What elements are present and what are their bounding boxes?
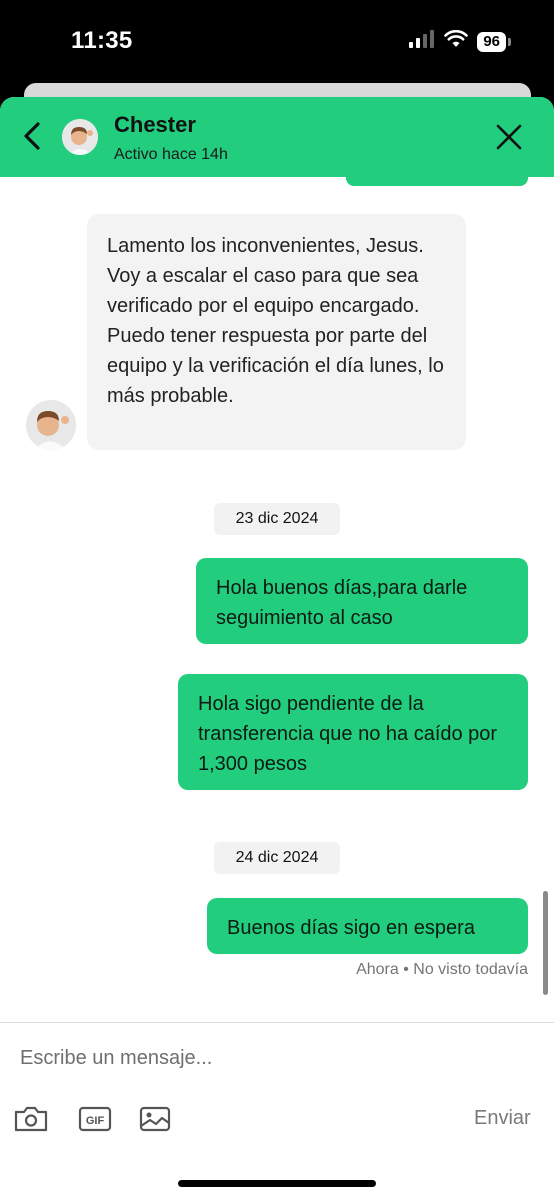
send-button[interactable]: Enviar: [474, 1107, 531, 1130]
gif-button[interactable]: GIF: [77, 1103, 113, 1135]
avatar: [26, 400, 76, 450]
avatar[interactable]: [62, 119, 98, 155]
wifi-icon: [444, 29, 469, 53]
chat-sheet: Chester Activo hace 14h Lamento los inco…: [0, 97, 554, 1200]
scrollbar[interactable]: [543, 891, 548, 995]
status-bar: 11:35 96: [0, 0, 554, 96]
home-indicator[interactable]: [178, 1180, 376, 1187]
camera-button[interactable]: [13, 1103, 49, 1135]
contact-status: Activo hace 14h: [114, 146, 228, 163]
outgoing-message: Hola sigo pendiente de la transferencia …: [178, 674, 528, 790]
signal-icon: [409, 30, 435, 53]
image-icon: [139, 1106, 171, 1132]
contact-name: Chester: [114, 112, 196, 137]
read-receipt: Ahora • No visto todavía: [356, 961, 528, 978]
close-button[interactable]: [493, 121, 525, 153]
outgoing-message: Hola buenos días,para darle seguimiento …: [196, 558, 528, 644]
back-icon: [24, 122, 40, 150]
gif-icon: GIF: [78, 1106, 112, 1132]
battery-icon: 96: [477, 31, 511, 52]
previous-message-bubble: [346, 170, 528, 186]
chat-header: Chester Activo hace 14h: [0, 97, 554, 177]
camera-icon: [14, 1106, 48, 1132]
outgoing-message: Buenos días sigo en espera: [207, 898, 528, 954]
status-time: 11:35: [71, 27, 133, 54]
date-separator: 23 dic 2024: [214, 503, 340, 535]
date-separator: 24 dic 2024: [214, 842, 340, 874]
back-button[interactable]: [18, 119, 46, 153]
status-icons: 96: [409, 29, 511, 53]
divider: [0, 1022, 554, 1023]
image-button[interactable]: [137, 1103, 173, 1135]
close-icon: [496, 124, 522, 150]
svg-text:GIF: GIF: [86, 1115, 105, 1127]
message-input[interactable]: [20, 1040, 520, 1076]
incoming-message: Lamento los inconvenientes, Jesus. Voy a…: [87, 214, 466, 450]
